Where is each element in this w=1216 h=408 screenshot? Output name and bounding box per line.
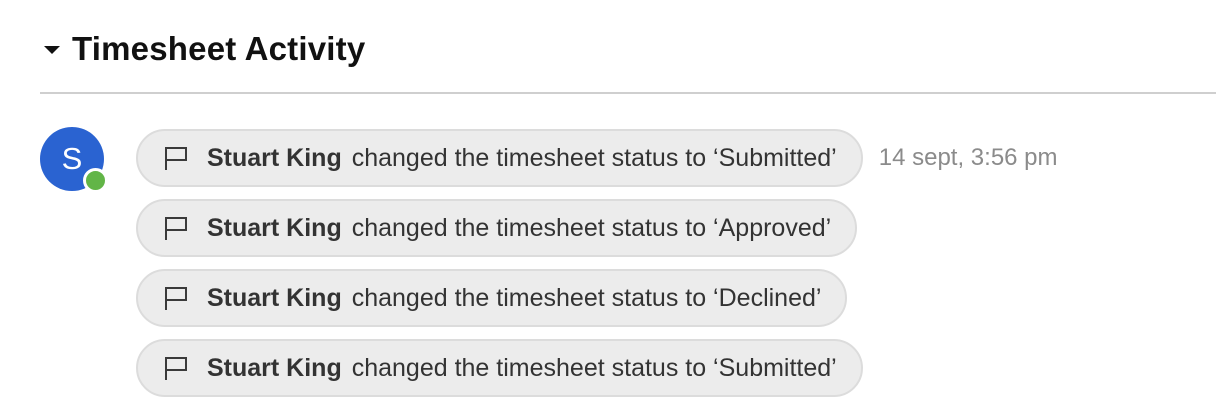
activity-actor: Stuart King [207,213,342,242]
activity-text: changed the timesheet status to ‘Decline… [351,283,822,312]
activity-text: changed the timesheet status to ‘Submitt… [351,143,837,172]
timesheet-activity-toggle[interactable]: Timesheet Activity [44,30,365,68]
flag-icon [165,287,187,310]
activity-text: changed the timesheet status to ‘Submitt… [351,353,837,382]
caret-down-icon[interactable] [44,46,60,54]
activity-actor: Stuart King [207,143,342,172]
flag-icon [165,217,187,240]
activity-timestamp: 14 sept, 3:56 pm [878,144,1058,171]
activity-actor: Stuart King [207,353,342,382]
activity-row: Stuart King changed the timesheet status… [136,127,1058,189]
activity-text: changed the timesheet status to ‘Approve… [351,213,832,242]
activity-list: Stuart King changed the timesheet status… [136,127,1058,407]
flag-icon [165,147,187,170]
activity-actor: Stuart King [207,283,342,312]
avatar-initial: S [61,141,83,176]
flag-icon [165,357,187,380]
activity-item: Stuart King changed the timesheet status… [136,199,858,257]
activity-row: Stuart King changed the timesheet status… [136,337,1058,399]
avatar[interactable]: S [40,127,108,193]
section-title: Timesheet Activity [72,30,366,67]
online-status-indicator [83,168,108,193]
activity-item: Stuart King changed the timesheet status… [136,339,863,397]
activity-row: Stuart King changed the timesheet status… [136,267,1058,329]
section-divider [40,92,1216,94]
activity-item: Stuart King changed the timesheet status… [136,129,863,187]
activity-row: Stuart King changed the timesheet status… [136,197,1058,259]
activity-item: Stuart King changed the timesheet status… [136,269,848,327]
